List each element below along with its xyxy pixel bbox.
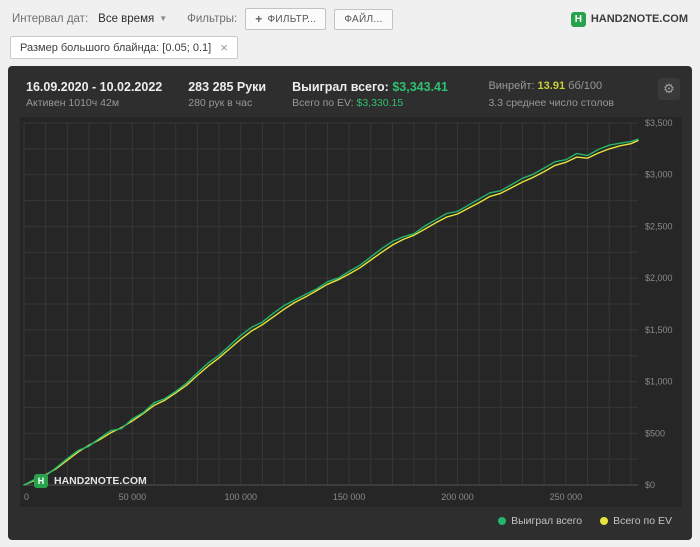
close-icon[interactable]: × — [220, 41, 228, 54]
chart-area: 0 50 000 100 000 150 000 200 000 250 000 $0 $50… — [20, 117, 682, 512]
svg-text:200 000: 200 000 — [441, 492, 474, 502]
avg-tables: 3.3 среднее число столов — [488, 96, 614, 109]
ev-total: Всего по EV: $3,330.15 — [292, 97, 404, 110]
winrate-value: 13.91 — [537, 80, 566, 92]
stat-date-block: 16.09.2020 - 10.02.2022 Активен 1010ч 42… — [26, 78, 162, 111]
won-total-value: $3,343.41 — [392, 80, 448, 94]
svg-text:0: 0 — [24, 492, 29, 502]
brand-text: HAND2NOTE.COM — [590, 13, 688, 25]
hand2note-icon: H — [570, 11, 586, 27]
legend-dot-yellow — [600, 517, 609, 526]
active-filters-row: Размер большого блайнда: [0.05; 0.1] × — [0, 30, 700, 59]
svg-text:50 000: 50 000 — [119, 492, 147, 502]
date-interval-dropdown[interactable]: Все время ▼ — [96, 11, 169, 27]
plus-icon: + — [255, 12, 263, 26]
add-filter-button[interactable]: + ФИЛЬТР... — [245, 8, 327, 30]
stat-hands-block: 283 285 Руки 280 рук в час — [188, 78, 266, 111]
stat-winnings-block: Выиграл всего: $3,343.41 Всего по EV: $3… — [292, 78, 448, 111]
filters-label: Фильтры: — [187, 13, 238, 25]
won-total: Выиграл всего: $3,343.41 — [292, 80, 448, 94]
filter-chip-big-blind[interactable]: Размер большого блайнда: [0.05; 0.1] × — [10, 36, 238, 59]
legend-dot-green — [498, 517, 507, 526]
active-time: Активен 1010ч 42м — [26, 97, 120, 110]
ev-total-value: $3,330.15 — [356, 97, 404, 110]
winnings-graph: 0 50 000 100 000 150 000 200 000 250 000 $0 $50… — [20, 117, 682, 508]
legend-item-won[interactable]: Выиграл всего — [498, 515, 582, 527]
svg-text:$3,000: $3,000 — [645, 170, 673, 180]
svg-text:$2,000: $2,000 — [645, 273, 673, 283]
svg-text:100 000: 100 000 — [224, 492, 257, 502]
svg-text:250 000: 250 000 — [550, 492, 583, 502]
svg-text:$2,500: $2,500 — [645, 222, 673, 232]
date-range: 16.09.2020 - 10.02.2022 — [26, 80, 163, 94]
svg-text:150 000: 150 000 — [333, 492, 366, 502]
date-interval-value: Все время — [98, 13, 155, 25]
stat-winrate-block: Винрейт: 13.91 бб/100 3.3 среднее число … — [488, 78, 614, 111]
chevron-down-icon: ▼ — [159, 14, 168, 23]
svg-text:$1,000: $1,000 — [645, 377, 673, 387]
gear-icon[interactable]: ⚙ — [658, 78, 680, 100]
chart-legend: Выиграл всего Всего по EV — [20, 512, 682, 527]
brand-logo[interactable]: H HAND2NOTE.COM — [570, 11, 688, 27]
filter-chip-text: Размер большого блайнда: [0.05; 0.1] — [20, 41, 212, 54]
hands-per-hour: 280 рук в час — [188, 97, 253, 110]
legend-item-ev[interactable]: Всего по EV — [600, 515, 672, 527]
svg-text:$0: $0 — [645, 480, 655, 490]
stats-header: 16.09.2020 - 10.02.2022 Активен 1010ч 42… — [26, 78, 680, 111]
report-panel: 16.09.2020 - 10.02.2022 Активен 1010ч 42… — [8, 66, 692, 540]
hands-count: 283 285 Руки — [188, 80, 267, 94]
svg-text:$1,500: $1,500 — [645, 325, 673, 335]
svg-text:$500: $500 — [645, 429, 665, 439]
file-button[interactable]: ФАЙЛ... — [334, 8, 393, 30]
winrate: Винрейт: 13.91 бб/100 — [488, 80, 603, 92]
date-interval-label: Интервал дат: — [12, 13, 89, 25]
toolbar: Интервал дат: Все время ▼ Фильтры: + ФИЛ… — [0, 0, 700, 30]
svg-text:$3,500: $3,500 — [645, 118, 673, 128]
